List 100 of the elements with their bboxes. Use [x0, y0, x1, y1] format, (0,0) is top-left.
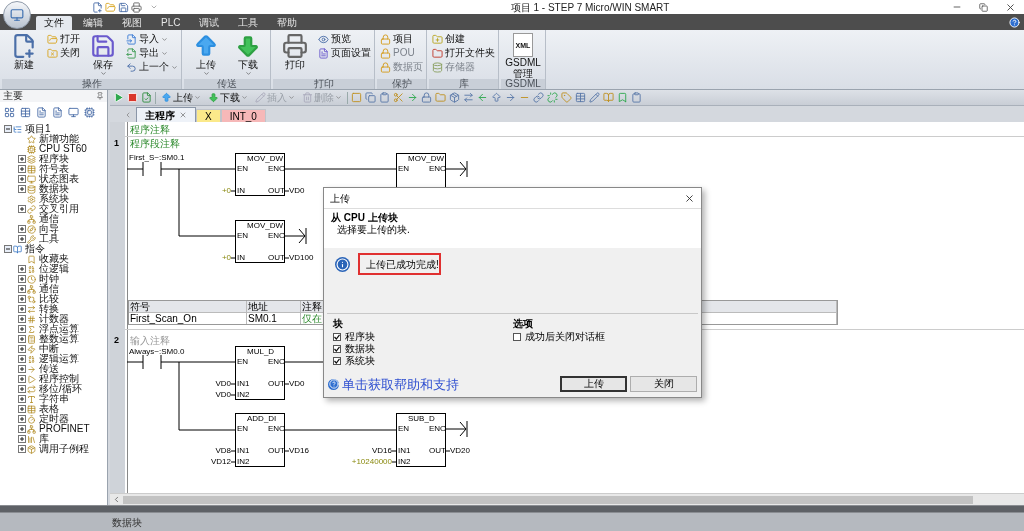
expander-icon[interactable]: [18, 445, 26, 453]
tree-item[interactable]: 浮点运算: [0, 324, 107, 334]
function-block[interactable]: [396, 413, 446, 467]
tree-item[interactable]: 逻辑运算: [0, 354, 107, 364]
tree-item[interactable]: 表格: [0, 404, 107, 414]
ribbon-large-button[interactable]: 保存: [84, 33, 122, 77]
tree-item[interactable]: 位逻辑: [0, 264, 107, 274]
line-left-icon[interactable]: [477, 92, 488, 103]
copy-icon[interactable]: [365, 92, 376, 103]
tree-item[interactable]: 符号表: [0, 164, 107, 174]
navigator-tool-icon[interactable]: [36, 106, 47, 118]
tree-item[interactable]: 时钟: [0, 274, 107, 284]
tree-item[interactable]: 向导: [0, 224, 107, 234]
expander-icon[interactable]: [18, 205, 26, 213]
function-block[interactable]: [235, 220, 285, 263]
expander-icon[interactable]: [18, 275, 26, 283]
expander-icon[interactable]: [18, 395, 26, 403]
new-file-icon[interactable]: [92, 1, 103, 13]
expander-icon[interactable]: [18, 295, 26, 303]
toolbar-button[interactable]: 上传: [159, 91, 203, 104]
expander-icon[interactable]: [18, 435, 26, 443]
customize-dropdown-icon[interactable]: [150, 3, 158, 11]
function-block[interactable]: [235, 413, 285, 467]
tree-item[interactable]: 字符串: [0, 394, 107, 404]
tree-item[interactable]: 调用子例程: [0, 444, 107, 454]
go-icon[interactable]: [407, 92, 418, 103]
help-link[interactable]: 单击获取帮助和支持: [342, 376, 459, 392]
horizontal-scrollbar[interactable]: [110, 493, 1024, 505]
expander-icon[interactable]: [18, 225, 26, 233]
navigator-tool-icon[interactable]: [20, 106, 31, 118]
tree-item[interactable]: 交叉引用: [0, 204, 107, 214]
help-icon[interactable]: [1009, 17, 1020, 28]
checkbox[interactable]: [333, 332, 341, 341]
menu-tab[interactable]: PLC: [153, 16, 189, 30]
ribbon-button[interactable]: 上一个: [126, 61, 178, 73]
expander-icon[interactable]: [18, 425, 26, 433]
tree-item[interactable]: 数据块: [0, 184, 107, 194]
menu-tab[interactable]: 调试: [191, 16, 228, 30]
contact-symbol[interactable]: [142, 354, 162, 370]
editor-tab[interactable]: X: [196, 109, 221, 122]
expander-icon[interactable]: [18, 155, 26, 163]
function-block[interactable]: [235, 153, 285, 196]
tree-item[interactable]: 程序块: [0, 154, 107, 164]
printer-icon[interactable]: [131, 1, 142, 13]
close-icon[interactable]: [1005, 1, 1016, 13]
ribbon-large-button[interactable]: 打印: [276, 33, 314, 70]
pin-icon[interactable]: [96, 92, 104, 100]
expander-icon[interactable]: [18, 315, 26, 323]
tree-item[interactable]: 整数运算: [0, 334, 107, 344]
line-right-icon[interactable]: [505, 92, 516, 103]
expander-icon[interactable]: [18, 355, 26, 363]
restore-icon[interactable]: [979, 2, 988, 12]
tree-item[interactable]: CPU ST60: [0, 144, 107, 154]
expander-icon[interactable]: [18, 365, 26, 373]
dialog-button[interactable]: 上传: [560, 376, 627, 392]
tree-item[interactable]: 转换: [0, 304, 107, 314]
checkbox[interactable]: [333, 344, 341, 353]
expander-icon[interactable]: [18, 235, 26, 243]
ribbon-button[interactable]: 项目: [380, 33, 423, 45]
tree-item[interactable]: 系统块: [0, 194, 107, 204]
stop-icon[interactable]: [127, 92, 138, 103]
tree-item[interactable]: 程序控制: [0, 374, 107, 384]
close-icon[interactable]: [684, 192, 695, 204]
expander-icon[interactable]: [18, 175, 26, 183]
ribbon-large-button[interactable]: 新建: [5, 33, 43, 70]
menu-tab[interactable]: 帮助: [269, 16, 306, 30]
expander-icon[interactable]: [18, 405, 26, 413]
tree-item[interactable]: 工具: [0, 234, 107, 244]
tree-item[interactable]: 定时器: [0, 414, 107, 424]
tree-item[interactable]: 库: [0, 434, 107, 444]
network-comment[interactable]: 程序段注释: [130, 138, 180, 149]
lock-icon[interactable]: [421, 92, 432, 103]
navigator-tool-icon[interactable]: [84, 106, 95, 118]
ribbon-button[interactable]: 打开: [47, 33, 80, 45]
navigator-tool-icon[interactable]: [4, 106, 15, 118]
ribbon-button[interactable]: 关闭: [47, 47, 80, 59]
dialog-button[interactable]: 关闭: [630, 376, 697, 392]
expander-icon[interactable]: [4, 245, 12, 253]
checkbox[interactable]: [513, 332, 521, 341]
expander-icon[interactable]: [18, 325, 26, 333]
expander-icon[interactable]: [18, 385, 26, 393]
checkbox[interactable]: [333, 356, 341, 365]
paste-icon[interactable]: [379, 92, 390, 103]
tree-item[interactable]: 状态图表: [0, 174, 107, 184]
menu-tab[interactable]: 文件: [36, 16, 72, 30]
ribbon-button[interactable]: 导入: [126, 33, 178, 45]
contact-symbol[interactable]: [142, 161, 162, 177]
function-block[interactable]: [235, 346, 285, 400]
tree-item[interactable]: 通信: [0, 284, 107, 294]
tree-item[interactable]: 新增功能: [0, 134, 107, 144]
menu-tab[interactable]: 编辑: [75, 16, 111, 30]
ribbon-large-button[interactable]: 上传: [187, 33, 225, 77]
menu-tab[interactable]: 视图: [114, 16, 150, 30]
save-icon[interactable]: [118, 1, 129, 13]
expander-icon[interactable]: [18, 415, 26, 423]
editor-tab[interactable]: INT_0: [220, 109, 266, 122]
menu-tab[interactable]: 工具: [230, 16, 267, 30]
expander-icon[interactable]: [18, 335, 26, 343]
package-icon[interactable]: [449, 92, 460, 103]
ribbon-button[interactable]: 预览: [318, 33, 371, 45]
